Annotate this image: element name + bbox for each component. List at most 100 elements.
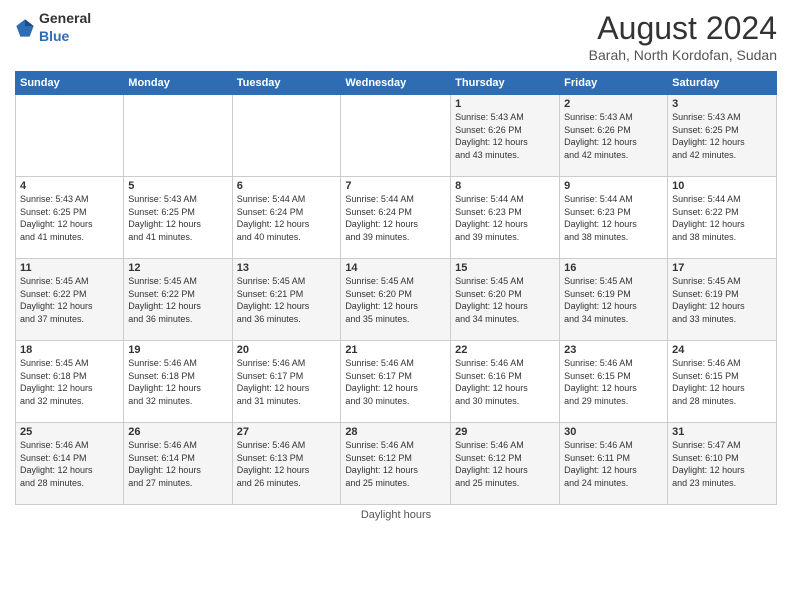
day-number: 7 bbox=[345, 180, 446, 192]
calendar-cell: 7Sunrise: 5:44 AM Sunset: 6:24 PM Daylig… bbox=[341, 177, 451, 259]
calendar-cell: 21Sunrise: 5:46 AM Sunset: 6:17 PM Dayli… bbox=[341, 341, 451, 423]
day-number: 2 bbox=[564, 98, 663, 110]
day-info: Sunrise: 5:45 AM Sunset: 6:18 PM Dayligh… bbox=[20, 357, 119, 407]
month-title: August 2024 bbox=[589, 10, 777, 47]
footer: Daylight hours bbox=[15, 509, 777, 521]
day-info: Sunrise: 5:43 AM Sunset: 6:25 PM Dayligh… bbox=[128, 193, 227, 243]
day-number: 21 bbox=[345, 344, 446, 356]
calendar-cell: 14Sunrise: 5:45 AM Sunset: 6:20 PM Dayli… bbox=[341, 259, 451, 341]
page: General Blue August 2024 Barah, North Ko… bbox=[0, 0, 792, 612]
day-info: Sunrise: 5:44 AM Sunset: 6:22 PM Dayligh… bbox=[672, 193, 772, 243]
calendar-cell: 12Sunrise: 5:45 AM Sunset: 6:22 PM Dayli… bbox=[124, 259, 232, 341]
day-number: 17 bbox=[672, 262, 772, 274]
day-number: 18 bbox=[20, 344, 119, 356]
calendar-cell: 9Sunrise: 5:44 AM Sunset: 6:23 PM Daylig… bbox=[560, 177, 668, 259]
day-number: 11 bbox=[20, 262, 119, 274]
calendar-cell: 17Sunrise: 5:45 AM Sunset: 6:19 PM Dayli… bbox=[668, 259, 777, 341]
day-number: 15 bbox=[455, 262, 555, 274]
day-info: Sunrise: 5:46 AM Sunset: 6:17 PM Dayligh… bbox=[237, 357, 337, 407]
day-info: Sunrise: 5:44 AM Sunset: 6:23 PM Dayligh… bbox=[455, 193, 555, 243]
day-info: Sunrise: 5:46 AM Sunset: 6:14 PM Dayligh… bbox=[128, 439, 227, 489]
day-info: Sunrise: 5:46 AM Sunset: 6:11 PM Dayligh… bbox=[564, 439, 663, 489]
day-info: Sunrise: 5:45 AM Sunset: 6:20 PM Dayligh… bbox=[345, 275, 446, 325]
day-info: Sunrise: 5:46 AM Sunset: 6:13 PM Dayligh… bbox=[237, 439, 337, 489]
day-number: 8 bbox=[455, 180, 555, 192]
calendar-cell: 11Sunrise: 5:45 AM Sunset: 6:22 PM Dayli… bbox=[16, 259, 124, 341]
header-day-tuesday: Tuesday bbox=[232, 72, 341, 95]
day-number: 31 bbox=[672, 426, 772, 438]
calendar-cell: 27Sunrise: 5:46 AM Sunset: 6:13 PM Dayli… bbox=[232, 423, 341, 505]
calendar-cell: 28Sunrise: 5:46 AM Sunset: 6:12 PM Dayli… bbox=[341, 423, 451, 505]
calendar-cell: 3Sunrise: 5:43 AM Sunset: 6:25 PM Daylig… bbox=[668, 95, 777, 177]
calendar-cell: 26Sunrise: 5:46 AM Sunset: 6:14 PM Dayli… bbox=[124, 423, 232, 505]
calendar-cell: 30Sunrise: 5:46 AM Sunset: 6:11 PM Dayli… bbox=[560, 423, 668, 505]
calendar-cell: 19Sunrise: 5:46 AM Sunset: 6:18 PM Dayli… bbox=[124, 341, 232, 423]
day-number: 19 bbox=[128, 344, 227, 356]
day-info: Sunrise: 5:45 AM Sunset: 6:21 PM Dayligh… bbox=[237, 275, 337, 325]
calendar-cell: 16Sunrise: 5:45 AM Sunset: 6:19 PM Dayli… bbox=[560, 259, 668, 341]
day-info: Sunrise: 5:44 AM Sunset: 6:24 PM Dayligh… bbox=[345, 193, 446, 243]
day-info: Sunrise: 5:43 AM Sunset: 6:26 PM Dayligh… bbox=[455, 111, 555, 161]
day-number: 22 bbox=[455, 344, 555, 356]
title-area: August 2024 Barah, North Kordofan, Sudan bbox=[589, 10, 777, 63]
calendar-cell: 29Sunrise: 5:46 AM Sunset: 6:12 PM Dayli… bbox=[451, 423, 560, 505]
day-info: Sunrise: 5:46 AM Sunset: 6:14 PM Dayligh… bbox=[20, 439, 119, 489]
day-info: Sunrise: 5:44 AM Sunset: 6:23 PM Dayligh… bbox=[564, 193, 663, 243]
logo-blue: Blue bbox=[39, 28, 69, 44]
header-row: SundayMondayTuesdayWednesdayThursdayFrid… bbox=[16, 72, 777, 95]
calendar-cell bbox=[232, 95, 341, 177]
calendar-cell: 10Sunrise: 5:44 AM Sunset: 6:22 PM Dayli… bbox=[668, 177, 777, 259]
day-info: Sunrise: 5:46 AM Sunset: 6:15 PM Dayligh… bbox=[672, 357, 772, 407]
calendar-body: 1Sunrise: 5:43 AM Sunset: 6:26 PM Daylig… bbox=[16, 95, 777, 505]
day-info: Sunrise: 5:46 AM Sunset: 6:12 PM Dayligh… bbox=[345, 439, 446, 489]
day-info: Sunrise: 5:44 AM Sunset: 6:24 PM Dayligh… bbox=[237, 193, 337, 243]
week-row-3: 11Sunrise: 5:45 AM Sunset: 6:22 PM Dayli… bbox=[16, 259, 777, 341]
calendar-cell: 6Sunrise: 5:44 AM Sunset: 6:24 PM Daylig… bbox=[232, 177, 341, 259]
day-number: 5 bbox=[128, 180, 227, 192]
calendar-cell: 5Sunrise: 5:43 AM Sunset: 6:25 PM Daylig… bbox=[124, 177, 232, 259]
day-info: Sunrise: 5:43 AM Sunset: 6:25 PM Dayligh… bbox=[20, 193, 119, 243]
day-number: 30 bbox=[564, 426, 663, 438]
calendar-cell: 24Sunrise: 5:46 AM Sunset: 6:15 PM Dayli… bbox=[668, 341, 777, 423]
header-day-thursday: Thursday bbox=[451, 72, 560, 95]
day-number: 9 bbox=[564, 180, 663, 192]
calendar-cell bbox=[16, 95, 124, 177]
day-number: 25 bbox=[20, 426, 119, 438]
day-info: Sunrise: 5:46 AM Sunset: 6:15 PM Dayligh… bbox=[564, 357, 663, 407]
header-day-friday: Friday bbox=[560, 72, 668, 95]
calendar-cell: 20Sunrise: 5:46 AM Sunset: 6:17 PM Dayli… bbox=[232, 341, 341, 423]
calendar-cell: 4Sunrise: 5:43 AM Sunset: 6:25 PM Daylig… bbox=[16, 177, 124, 259]
day-number: 24 bbox=[672, 344, 772, 356]
day-info: Sunrise: 5:45 AM Sunset: 6:19 PM Dayligh… bbox=[564, 275, 663, 325]
calendar-cell: 15Sunrise: 5:45 AM Sunset: 6:20 PM Dayli… bbox=[451, 259, 560, 341]
day-info: Sunrise: 5:47 AM Sunset: 6:10 PM Dayligh… bbox=[672, 439, 772, 489]
footer-text: Daylight hours bbox=[361, 509, 431, 521]
day-info: Sunrise: 5:46 AM Sunset: 6:17 PM Dayligh… bbox=[345, 357, 446, 407]
day-number: 12 bbox=[128, 262, 227, 274]
calendar-cell: 1Sunrise: 5:43 AM Sunset: 6:26 PM Daylig… bbox=[451, 95, 560, 177]
day-number: 6 bbox=[237, 180, 337, 192]
calendar-cell: 13Sunrise: 5:45 AM Sunset: 6:21 PM Dayli… bbox=[232, 259, 341, 341]
day-number: 20 bbox=[237, 344, 337, 356]
day-number: 16 bbox=[564, 262, 663, 274]
calendar-cell: 18Sunrise: 5:45 AM Sunset: 6:18 PM Dayli… bbox=[16, 341, 124, 423]
calendar-cell: 31Sunrise: 5:47 AM Sunset: 6:10 PM Dayli… bbox=[668, 423, 777, 505]
calendar-cell: 25Sunrise: 5:46 AM Sunset: 6:14 PM Dayli… bbox=[16, 423, 124, 505]
logo-text: General Blue bbox=[39, 10, 91, 46]
week-row-4: 18Sunrise: 5:45 AM Sunset: 6:18 PM Dayli… bbox=[16, 341, 777, 423]
week-row-1: 1Sunrise: 5:43 AM Sunset: 6:26 PM Daylig… bbox=[16, 95, 777, 177]
location-title: Barah, North Kordofan, Sudan bbox=[589, 47, 777, 63]
logo-icon bbox=[15, 18, 35, 38]
day-number: 23 bbox=[564, 344, 663, 356]
week-row-2: 4Sunrise: 5:43 AM Sunset: 6:25 PM Daylig… bbox=[16, 177, 777, 259]
day-info: Sunrise: 5:45 AM Sunset: 6:22 PM Dayligh… bbox=[20, 275, 119, 325]
day-number: 27 bbox=[237, 426, 337, 438]
day-number: 3 bbox=[672, 98, 772, 110]
calendar-cell bbox=[124, 95, 232, 177]
calendar-cell: 22Sunrise: 5:46 AM Sunset: 6:16 PM Dayli… bbox=[451, 341, 560, 423]
header: General Blue August 2024 Barah, North Ko… bbox=[15, 10, 777, 63]
calendar-cell: 23Sunrise: 5:46 AM Sunset: 6:15 PM Dayli… bbox=[560, 341, 668, 423]
header-day-saturday: Saturday bbox=[668, 72, 777, 95]
calendar-cell: 8Sunrise: 5:44 AM Sunset: 6:23 PM Daylig… bbox=[451, 177, 560, 259]
day-number: 14 bbox=[345, 262, 446, 274]
